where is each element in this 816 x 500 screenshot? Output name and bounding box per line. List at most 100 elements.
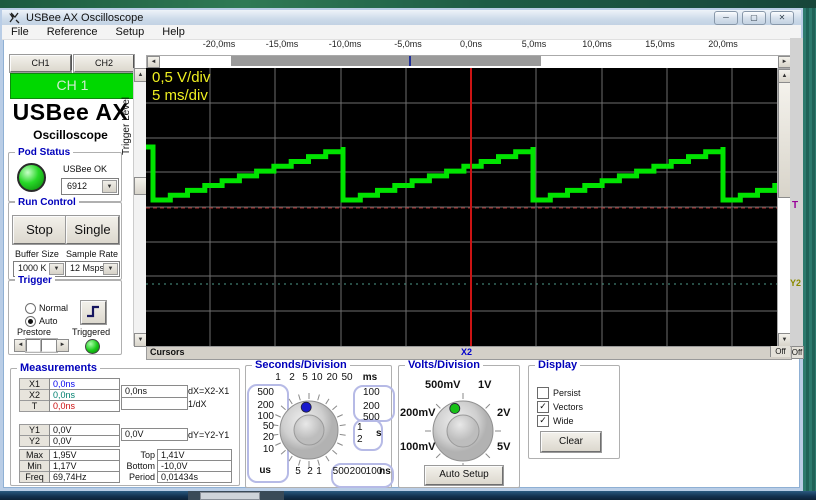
t-cursor-label[interactable]: T bbox=[792, 200, 798, 211]
time-label: -20,0ms bbox=[202, 39, 236, 49]
cursor-off-button-2[interactable]: Off bbox=[790, 346, 804, 359]
dy-value-box: 0,0V bbox=[121, 428, 188, 441]
radio-normal[interactable] bbox=[25, 303, 36, 314]
knob-indicator bbox=[300, 401, 312, 413]
dial-scale-label: 200 bbox=[349, 466, 367, 477]
trigger-group: Trigger Normal Auto Prestore Triggered ◄… bbox=[8, 275, 122, 355]
brand-title: USBee AX bbox=[12, 99, 129, 125]
cursor-off-button-1[interactable]: Off bbox=[770, 346, 790, 357]
minimize-button[interactable]: ─ bbox=[714, 11, 738, 25]
stop-button[interactable]: Stop bbox=[13, 216, 66, 244]
tab-divider bbox=[71, 55, 72, 70]
tab-ch2[interactable]: CH2 bbox=[74, 55, 134, 72]
dx-formula-label: dX=X2-X1 bbox=[188, 386, 230, 396]
freq-value: 69,74Hz bbox=[49, 471, 120, 483]
dial-scale-label: 50 bbox=[341, 372, 353, 383]
pod-id-select[interactable]: 6912 ▼ bbox=[61, 178, 119, 195]
dial-scale-label: 100mV bbox=[400, 441, 436, 453]
buffer-size-value: 1000 K bbox=[18, 263, 47, 273]
auto-setup-button[interactable]: Auto Setup bbox=[425, 466, 503, 485]
dial-scale-label: 10 bbox=[311, 372, 323, 383]
period-value: 0,01434s bbox=[157, 471, 232, 483]
dial-scale-label: 100 bbox=[363, 387, 380, 398]
close-button[interactable]: ✕ bbox=[770, 11, 794, 25]
slider-cell bbox=[41, 339, 57, 352]
x-cursor-marker[interactable]: X2 bbox=[461, 347, 472, 357]
checkbox-persist[interactable] bbox=[537, 387, 549, 399]
y2-value: 0,0V bbox=[49, 435, 120, 447]
inv-dx-label: 1/dX bbox=[188, 399, 207, 409]
menu-item-setup[interactable]: Setup bbox=[107, 26, 154, 38]
chevron-down-icon[interactable]: ▼ bbox=[102, 180, 117, 193]
dial-scale-label: 5 bbox=[295, 466, 301, 477]
trigger-level-scrollbar[interactable]: ▲ ▼ bbox=[133, 68, 147, 347]
single-button[interactable]: Single bbox=[66, 216, 119, 244]
measurements-label: Measurements bbox=[17, 363, 101, 374]
trigger-edge-button[interactable] bbox=[81, 301, 106, 324]
dial-scale-label: 20 bbox=[262, 432, 274, 443]
radio-normal-label[interactable]: Normal bbox=[39, 303, 68, 313]
menu-item-help[interactable]: Help bbox=[153, 26, 194, 38]
checkbox-wide[interactable]: ✓ bbox=[537, 415, 549, 427]
t-label: T bbox=[19, 400, 50, 412]
slider-right-arrow[interactable]: ► bbox=[56, 339, 69, 352]
prestore-label: Prestore bbox=[17, 327, 52, 337]
dial-scale-label: 200 bbox=[363, 401, 380, 412]
chevron-down-icon[interactable]: ▼ bbox=[49, 263, 64, 275]
dial-scale-label: 2 bbox=[289, 372, 295, 383]
display-group: Display Clear Persist ✓ Vectors ✓ Wide bbox=[528, 360, 620, 459]
dy-formula-label: dY=Y2-Y1 bbox=[188, 430, 230, 440]
checkbox-label-persist[interactable]: Persist bbox=[553, 388, 581, 398]
dial-scale-label: 5 bbox=[302, 372, 308, 383]
scroll-left-icon[interactable]: ◄ bbox=[147, 56, 160, 68]
dial-scale-label: 2 bbox=[307, 466, 313, 477]
titlebar[interactable]: USBee AX Oscilloscope ─ ▢ ✕ bbox=[2, 10, 801, 25]
sample-rate-value: 12 Msps bbox=[70, 263, 105, 273]
time-label: -15,0ms bbox=[265, 39, 299, 49]
taskbar-button[interactable] bbox=[200, 492, 260, 500]
time-label: 20,0ms bbox=[708, 39, 738, 49]
prestore-slider[interactable]: ◄ ► bbox=[14, 339, 69, 352]
trigger-label: Trigger bbox=[15, 275, 55, 286]
pod-id-value: 6912 bbox=[67, 181, 88, 191]
pod-status-group: Pod Status USBee OK 6912 ▼ bbox=[8, 147, 122, 202]
y2-cursor-label[interactable]: Y2 bbox=[790, 278, 801, 288]
dial-scale-label: 1V bbox=[478, 379, 492, 391]
checkbox-vectors[interactable]: ✓ bbox=[537, 401, 549, 413]
slider-cell bbox=[26, 339, 42, 352]
dial-scale-label: 200 bbox=[257, 400, 274, 411]
knob-indicator bbox=[449, 403, 461, 414]
menu-item-reference[interactable]: Reference bbox=[38, 26, 107, 38]
sample-rate-label: Sample Rate bbox=[66, 249, 119, 259]
pod-status-label: Pod Status bbox=[15, 147, 74, 158]
maximize-button[interactable]: ▢ bbox=[742, 11, 766, 25]
radio-auto-label[interactable]: Auto bbox=[39, 316, 58, 326]
radio-auto[interactable] bbox=[25, 316, 36, 327]
time-label: -5,0ms bbox=[394, 39, 422, 49]
time-axis: -20,0ms -15,0ms -10,0ms -5,0ms 0,0ns 5,0ms 10,… bbox=[0, 39, 816, 50]
dial-scale-label: 2 bbox=[357, 434, 363, 445]
h-scrollbar[interactable]: ◄ ► bbox=[146, 55, 792, 69]
measurements-group: Measurements X1 0,0ns X2 0,0ns T 0,0ns 0… bbox=[10, 363, 240, 486]
dial-scale-label: 500 bbox=[363, 412, 380, 423]
rising-edge-icon bbox=[87, 305, 99, 318]
tab-ch1[interactable]: CH1 bbox=[10, 55, 71, 72]
pod-status-led bbox=[17, 163, 46, 192]
dial-scale-label: 20 bbox=[326, 372, 338, 383]
dial-scale-label: 1 bbox=[275, 372, 281, 383]
dial-scale-label: us bbox=[259, 465, 271, 476]
sample-rate-select[interactable]: 12 Msps ▼ bbox=[65, 261, 120, 277]
clear-button[interactable]: Clear bbox=[541, 432, 601, 452]
dial-scale-label: 2V bbox=[497, 407, 511, 419]
trigger-position-marker bbox=[409, 56, 411, 66]
dial-scale-label: s bbox=[376, 428, 382, 439]
chevron-down-icon[interactable]: ▼ bbox=[103, 263, 118, 275]
scope-plot[interactable]: 0,5 V/div 5 ms/div bbox=[146, 68, 777, 346]
h-scrollbar-thumb[interactable] bbox=[231, 56, 541, 66]
checkbox-label-vectors[interactable]: Vectors bbox=[553, 402, 583, 412]
menu-item-file[interactable]: File bbox=[2, 26, 38, 38]
seconds-division-group: Seconds/Division 1 2 5 10 20 50 ms 500 200 100 50 2… bbox=[245, 360, 395, 488]
dial-scale-label: ns bbox=[379, 466, 391, 477]
checkbox-label-wide[interactable]: Wide bbox=[553, 416, 574, 426]
y2-label: Y2 bbox=[19, 435, 50, 447]
